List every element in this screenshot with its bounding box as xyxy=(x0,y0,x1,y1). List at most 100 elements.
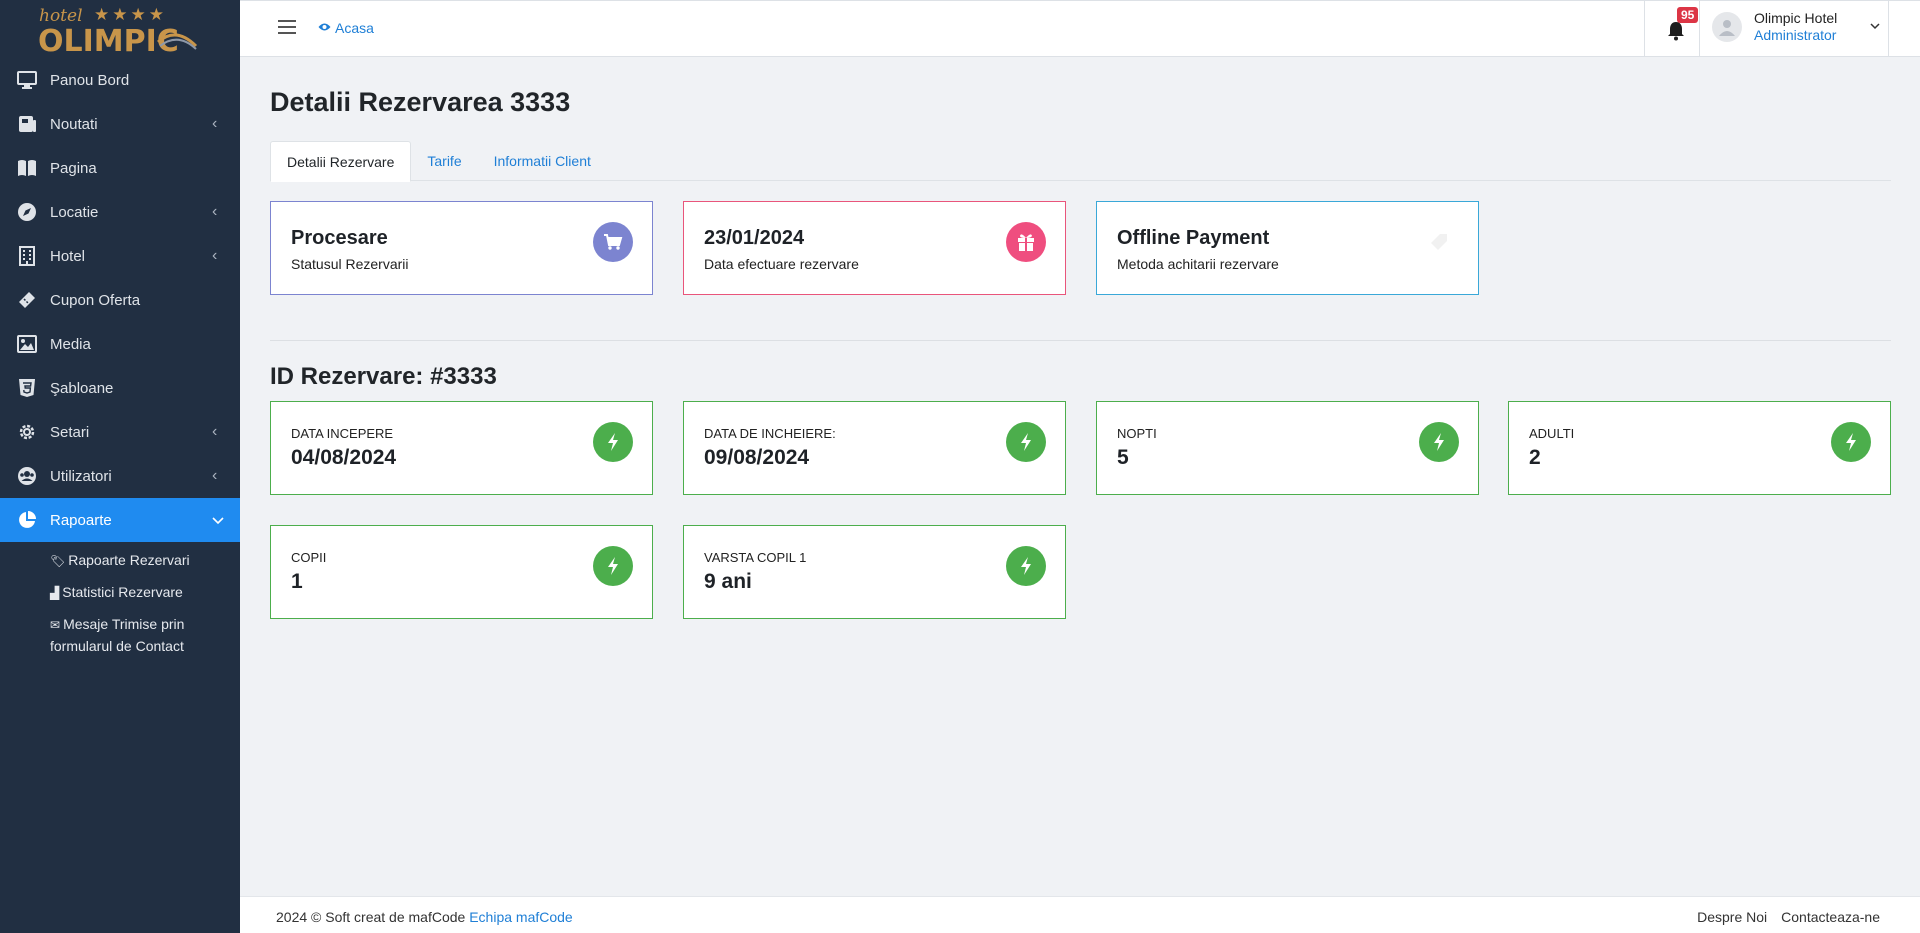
submenu-item-label: Rapoarte Rezervari xyxy=(68,552,190,568)
submenu-item-label: Statistici Rezervare xyxy=(62,584,183,600)
bolt-icon xyxy=(593,546,633,586)
compass-icon xyxy=(16,201,38,223)
status-value: Procesare xyxy=(291,227,388,249)
copyright: 2024 © Soft creat de mafCode Echipa mafC… xyxy=(276,909,573,925)
sidebar-item-cupon-oferta[interactable]: Cupon Oferta xyxy=(0,278,240,322)
bar-chart-icon: ▟ xyxy=(50,586,60,600)
logo-hotel-text: hotel xyxy=(39,6,83,26)
status-label: Statusul Rezervarii xyxy=(291,256,409,272)
booking-date-value: 23/01/2024 xyxy=(704,227,805,249)
footer-link-contact[interactable]: Contacteaza-ne xyxy=(1781,909,1880,925)
bolt-icon xyxy=(1831,422,1871,462)
sidebar-item-noutati[interactable]: Noutati ‹ xyxy=(0,102,240,146)
payment-method-label: Metoda achitarii rezervare xyxy=(1117,256,1279,272)
avatar xyxy=(1712,12,1742,42)
notifications-button[interactable]: 95 xyxy=(1644,1,1700,57)
logo-swoosh-icon xyxy=(157,33,198,50)
adults-card: ADULTI 2 xyxy=(1508,401,1891,495)
chevron-left-icon: ‹ xyxy=(212,467,218,484)
chevron-left-icon: ‹ xyxy=(212,423,218,440)
bolt-icon xyxy=(1419,422,1459,462)
footer-links: Despre Noi Contacteaza-ne xyxy=(1697,909,1880,925)
monitor-icon xyxy=(16,69,38,91)
chevron-left-icon: ‹ xyxy=(212,115,218,132)
rapoarte-submenu: 🏷 Rapoarte Rezervari ▟ Statistici Rezervar… xyxy=(0,542,240,657)
notification-count-badge: 95 xyxy=(1677,7,1699,23)
sidebar-item-media[interactable]: Media xyxy=(0,322,240,366)
user-menu[interactable]: Olimpic Hotel Administrator xyxy=(1712,10,1837,44)
hamburger-menu-icon[interactable] xyxy=(278,20,296,38)
sidebar-item-sabloane[interactable]: Şabloane xyxy=(0,366,240,410)
section-divider xyxy=(270,340,1891,341)
chevron-down-icon[interactable] xyxy=(1870,21,1880,33)
tab-detalii-rezervare[interactable]: Detalii Rezervare xyxy=(270,141,412,182)
sidebar-item-label: Noutati xyxy=(50,115,98,133)
cart-icon xyxy=(593,222,633,262)
booking-id-title: ID Rezervare: #3333 xyxy=(270,363,497,390)
html5-icon xyxy=(16,377,38,399)
tab-informatii-client[interactable]: Informatii Client xyxy=(478,141,607,181)
sidebar-item-label: Cupon Oferta xyxy=(50,291,141,309)
sidebar-item-utilizatori[interactable]: Utilizatori ‹ xyxy=(0,454,240,498)
end-date-value: 09/08/2024 xyxy=(704,446,810,469)
team-link[interactable]: Echipa mafCode xyxy=(469,909,573,925)
bolt-icon xyxy=(1006,422,1046,462)
sidebar-item-label: Locatie xyxy=(50,203,99,221)
ticket-icon xyxy=(16,289,38,311)
footer: 2024 © Soft creat de mafCode Echipa mafC… xyxy=(240,896,1920,933)
sidebar-item-locatie[interactable]: Locatie ‹ xyxy=(0,190,240,234)
start-date-value: 04/08/2024 xyxy=(291,446,397,469)
chevron-left-icon: ‹ xyxy=(212,203,218,220)
adults-label: ADULTI xyxy=(1529,426,1575,441)
sidebar-item-label: Pagina xyxy=(50,159,97,177)
newspaper-icon xyxy=(16,113,38,135)
adults-value: 2 xyxy=(1529,446,1541,469)
nights-value: 5 xyxy=(1117,446,1129,469)
child-age-card: VARSTA COPIL 1 9 ani xyxy=(683,525,1066,619)
gear-icon xyxy=(16,421,38,443)
logo-stars: ★★★★ xyxy=(94,5,167,24)
breadcrumb[interactable]: Acasa xyxy=(318,20,374,36)
children-value: 1 xyxy=(291,570,303,593)
tabs: Detalii Rezervare Tarife Informatii Clie… xyxy=(270,141,1891,182)
sidebar-item-label: Hotel xyxy=(50,247,86,265)
tab-tarife[interactable]: Tarife xyxy=(411,141,477,181)
page-title: Detalii Rezervarea 3333 xyxy=(270,87,571,117)
sidebar-item-rapoarte[interactable]: Rapoarte xyxy=(0,498,240,542)
sidebar: hotel ★★★★ OLIMPIC Panou Bord Noutati ‹ xyxy=(0,0,240,933)
payment-method-value: Offline Payment xyxy=(1117,227,1270,249)
sidebar-item-label: Şabloane xyxy=(50,379,114,397)
tag-icon: 🏷 xyxy=(50,554,66,568)
sidebar-item-label: Utilizatori xyxy=(50,467,112,485)
sidebar-item-label: Rapoarte xyxy=(50,511,112,529)
sidebar-item-panou-bord[interactable]: Panou Bord xyxy=(0,58,240,102)
book-icon xyxy=(16,157,38,179)
children-card: COPII 1 xyxy=(270,525,653,619)
topbar: Acasa 95 Olimpic Hotel Administrator xyxy=(240,0,1920,57)
sidebar-item-hotel[interactable]: Hotel ‹ xyxy=(0,234,240,278)
start-date-card: DATA INCEPERE 04/08/2024 xyxy=(270,401,653,495)
end-date-card: DATA DE INCHEIERE: 09/08/2024 xyxy=(683,401,1066,495)
bolt-icon xyxy=(593,422,633,462)
start-date-label: DATA INCEPERE xyxy=(291,426,394,441)
user-role: Administrator xyxy=(1754,27,1837,43)
footer-link-despre-noi[interactable]: Despre Noi xyxy=(1697,909,1767,925)
user-name: Olimpic Hotel xyxy=(1754,10,1838,26)
sidebar-item-label: Panou Bord xyxy=(50,71,130,89)
topbar-divider xyxy=(1888,1,1889,57)
submenu-item-rapoarte-rezervari[interactable]: 🏷 Rapoarte Rezervari xyxy=(50,550,240,572)
sidebar-item-setari[interactable]: Setari ‹ xyxy=(0,410,240,454)
bolt-icon xyxy=(1006,546,1046,586)
users-icon xyxy=(16,465,38,487)
children-label: COPII xyxy=(291,550,327,565)
sidebar-item-pagina[interactable]: Pagina xyxy=(0,146,240,190)
end-date-label: DATA DE INCHEIERE: xyxy=(704,426,836,441)
hotel-logo[interactable]: hotel ★★★★ OLIMPIC xyxy=(0,0,240,59)
payment-method-card: Offline Payment Metoda achitarii rezerva… xyxy=(1096,201,1479,295)
nights-label: NOPTI xyxy=(1117,426,1157,441)
submenu-item-statistici-rezervare[interactable]: ▟ Statistici Rezervare xyxy=(50,582,240,604)
breadcrumb-home[interactable]: Acasa xyxy=(335,20,374,36)
submenu-item-label: Mesaje Trimise prin formularul de Contac… xyxy=(50,616,185,654)
submenu-item-mesaje-contact[interactable]: ✉ Mesaje Trimise prin formularul de Conta… xyxy=(50,614,240,657)
building-icon xyxy=(16,245,38,267)
